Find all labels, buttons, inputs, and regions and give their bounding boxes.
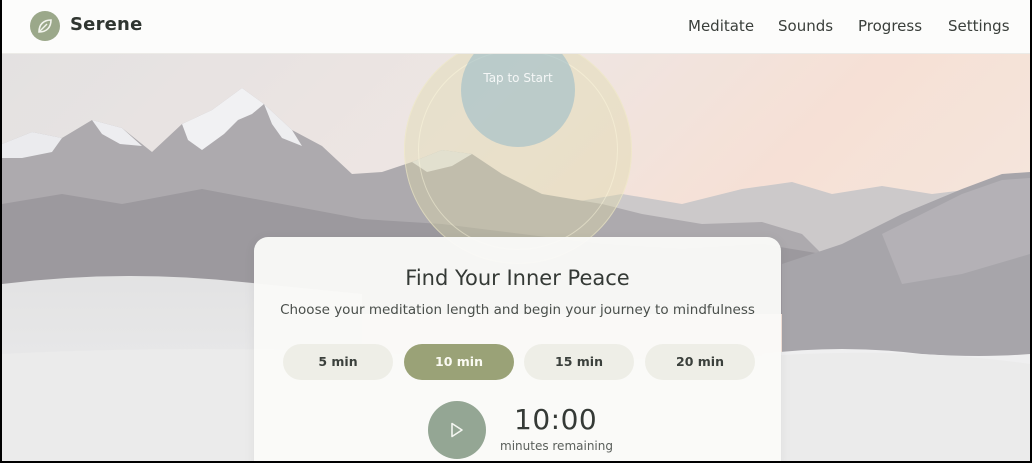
nav-meditate[interactable]: Meditate: [688, 17, 754, 35]
card-title: Find Your Inner Peace: [405, 266, 630, 290]
brand-name[interactable]: Serene: [70, 14, 142, 35]
tap-to-start-label[interactable]: Tap to Start: [461, 71, 575, 85]
leaf-icon[interactable]: [30, 11, 60, 41]
hero-background: Tap to Start Find Your Inner Peace Choos…: [2, 54, 1030, 461]
duration-15-button[interactable]: 15 min: [524, 344, 634, 380]
play-button[interactable]: [428, 401, 486, 459]
meditation-card: Find Your Inner Peace Choose your medita…: [254, 237, 781, 461]
top-navbar: Serene Meditate Sounds Progress Settings: [2, 0, 1030, 54]
duration-5-button[interactable]: 5 min: [283, 344, 393, 380]
nav-settings[interactable]: Settings: [948, 17, 1010, 35]
duration-20-button[interactable]: 20 min: [645, 344, 755, 380]
nav-progress[interactable]: Progress: [858, 17, 922, 35]
timer-display: 10:00: [514, 403, 598, 436]
play-icon: [451, 422, 463, 438]
nav-sounds[interactable]: Sounds: [778, 17, 833, 35]
card-subtitle: Choose your meditation length and begin …: [280, 302, 755, 318]
app-window: Serene Meditate Sounds Progress Settings: [2, 0, 1030, 461]
timer-label: minutes remaining: [500, 439, 613, 453]
duration-10-button[interactable]: 10 min: [404, 344, 514, 380]
